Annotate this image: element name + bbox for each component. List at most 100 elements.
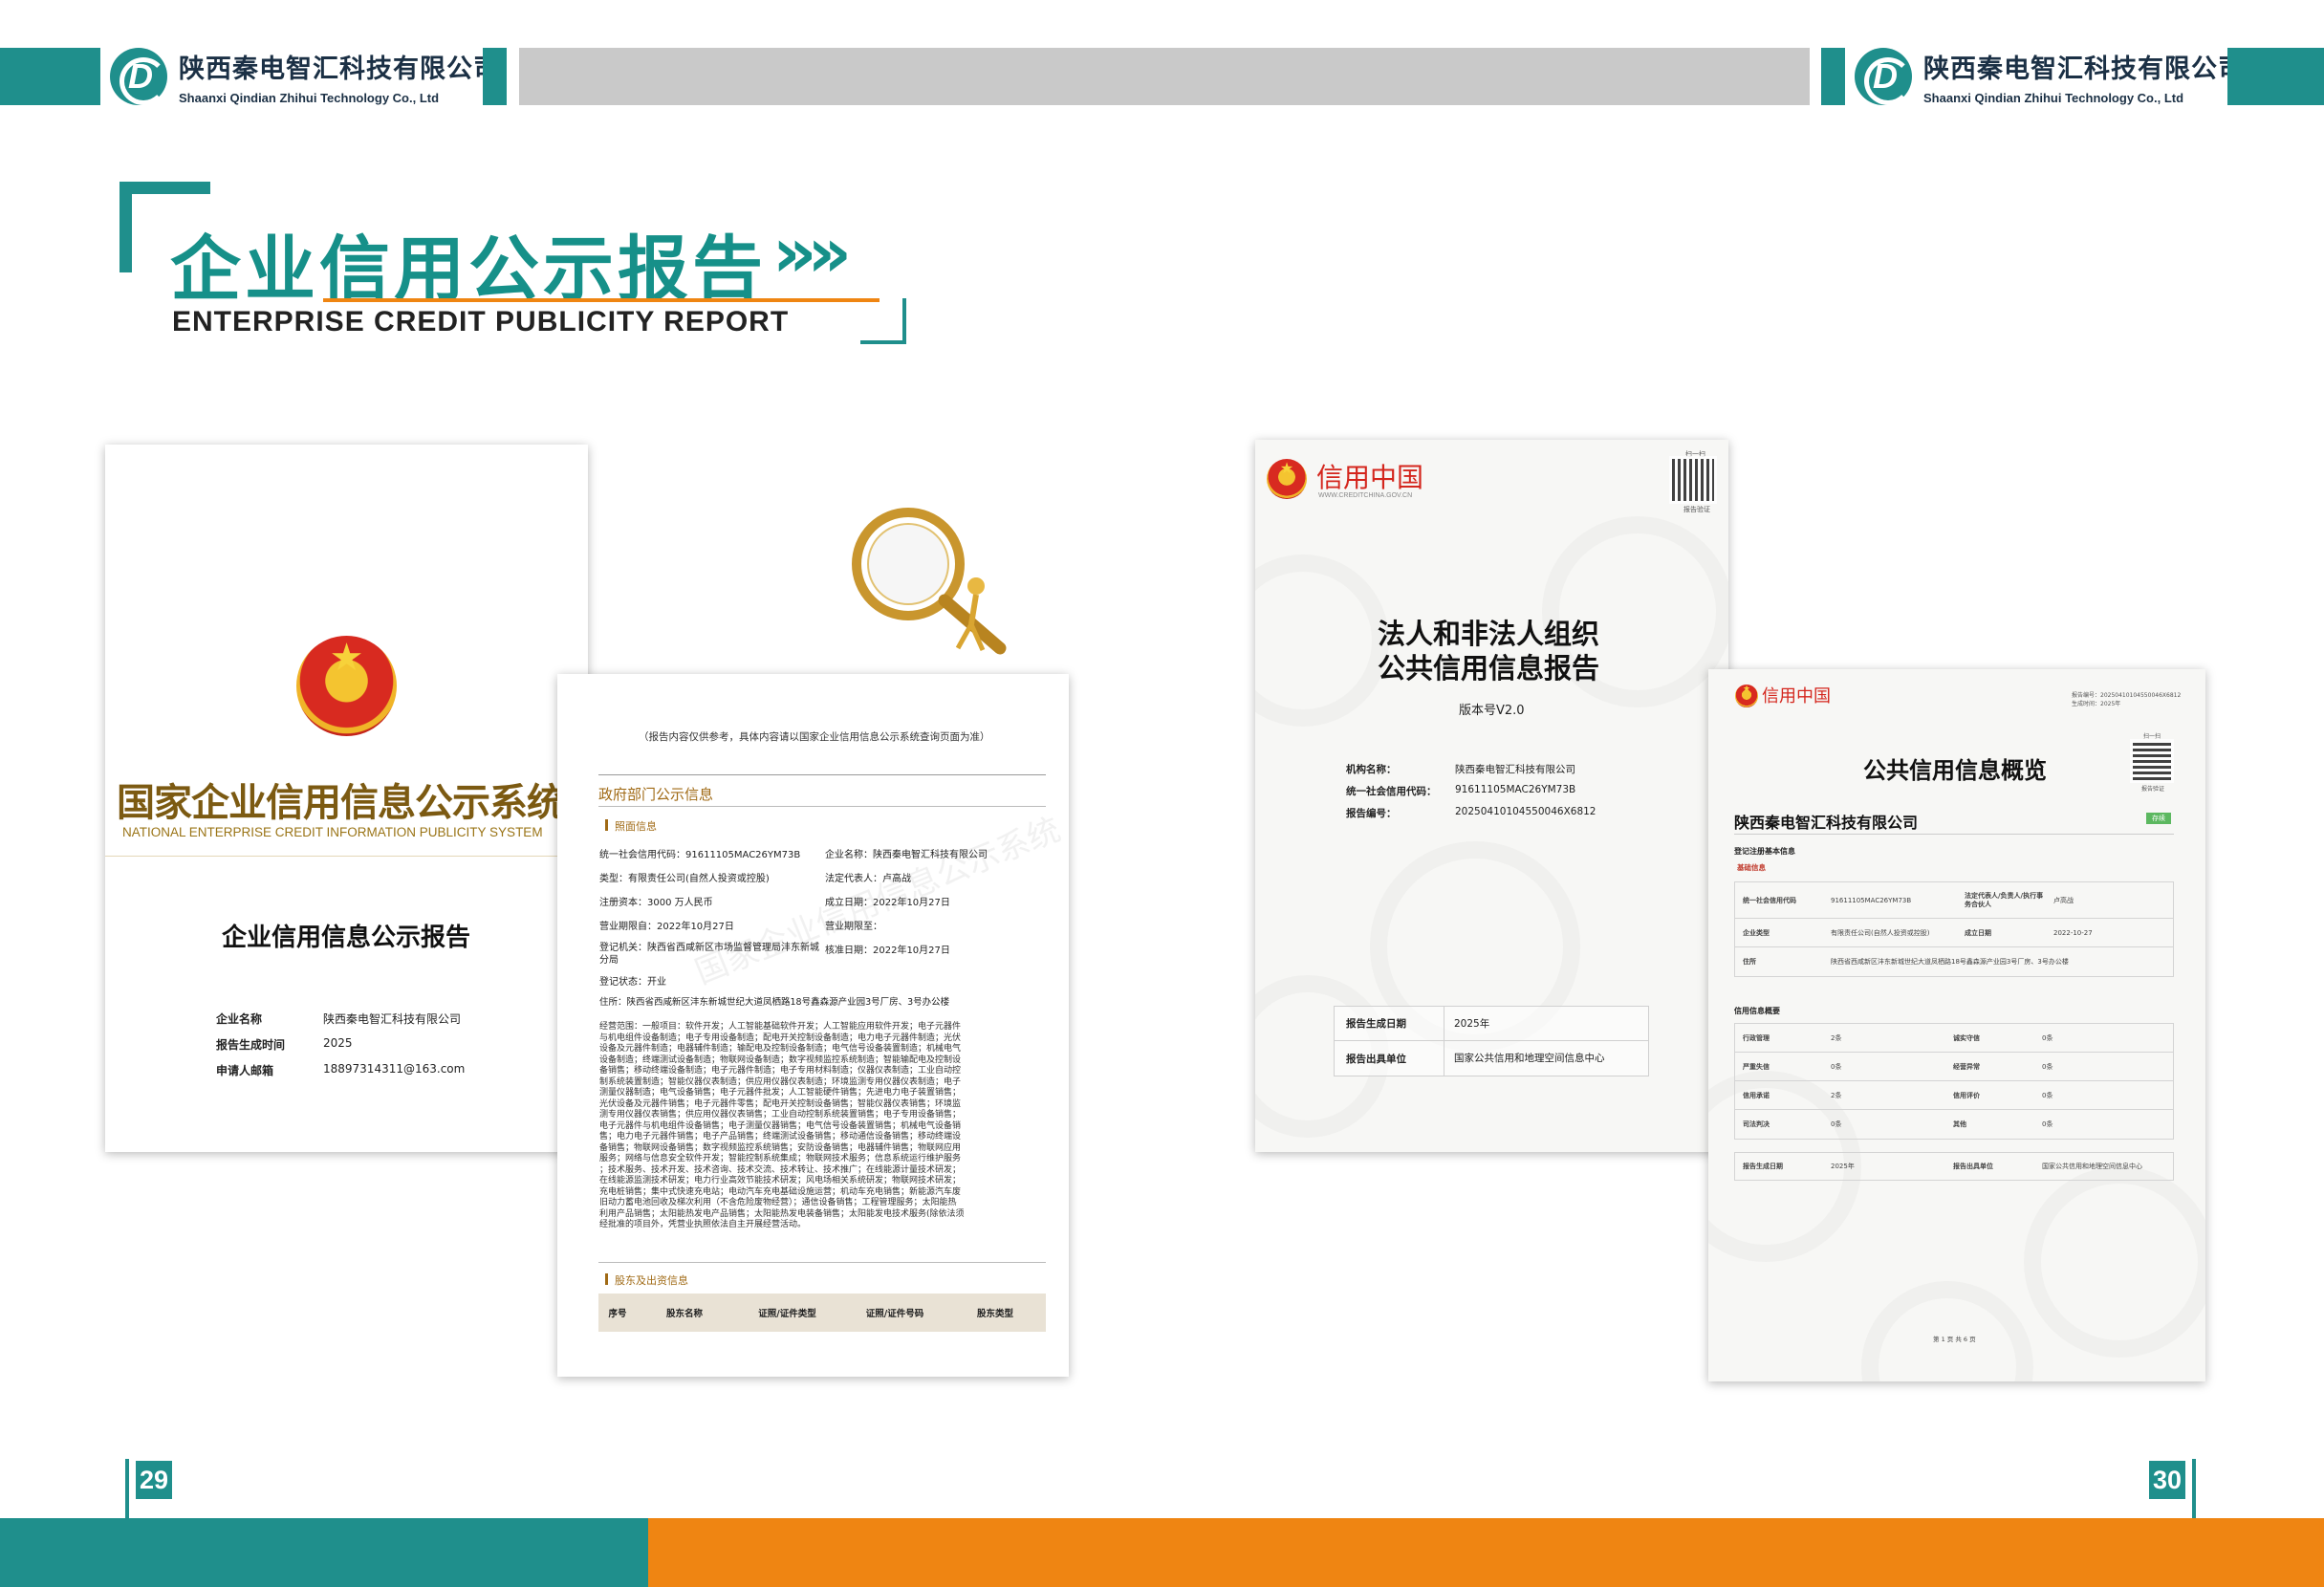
- reg-row: 企业类型 有限责任公司(自然人投资或控股) 成立日期 2022-10-27: [1735, 919, 2173, 947]
- summary-row: 严重失信 0条 经营异常 0条: [1735, 1053, 2173, 1081]
- info-cell: 企业名称：陕西秦电智汇科技有限公司: [825, 850, 988, 860]
- summary-label: 经营异常: [1953, 1062, 1980, 1071]
- scope-line: 在线能源监测技术研发；电力行业高效节能技术研发；风电场相关系统研发；物联网技术研…: [599, 1176, 962, 1185]
- scope-line: 制系统装置制造；智能仪器仪表制造；供应用仪器仪表制造；环境监测专用仪器仪表制造；…: [599, 1076, 962, 1087]
- title-bracket-bottom-right: [860, 298, 906, 344]
- scope-line: 充电桩销售；集中式快速充电站；电动汽车充电基础设施运营；机动车充电销售；新能源汽…: [599, 1186, 962, 1197]
- company-name: 陕西秦电智汇科技有限公司: [1734, 814, 1919, 832]
- system-name-en: NATIONAL ENTERPRISE CREDIT INFORMATION P…: [122, 825, 543, 839]
- summary-label: 其他: [1953, 1120, 1966, 1128]
- page-number-bar-left: [125, 1459, 129, 1518]
- page-subtitle-en: ENTERPRISE CREDIT PUBLICITY REPORT: [172, 306, 790, 337]
- reg-value: 有限责任公司(自然人投资或控股): [1831, 928, 1930, 937]
- cover-fields: 企业名称 陕西秦电智汇科技有限公司 报告生成时间 2025 申请人邮箱 1889…: [216, 1011, 465, 1088]
- summary-row: 司法判决 0条 其他 0条: [1735, 1110, 2173, 1139]
- info-cell: 统一社会信用代码：91611105MAC26YM73B: [599, 850, 801, 860]
- cover-field-row: 机构名称： 陕西秦电智汇科技有限公司: [1346, 762, 1596, 784]
- page-indicator: 第 1 页 共 6 页: [1933, 1336, 1976, 1343]
- company-name-cn: 陕西秦电智汇科技有限公司: [1923, 54, 2245, 84]
- national-emblem-icon: [1267, 459, 1307, 499]
- info-row: 统一社会信用代码：91611105MAC26YM73B 企业名称：陕西秦电智汇科…: [599, 846, 1058, 870]
- scope-line: 设备及元器件制造；电器辅件制造；输配电及控制设备制造；电气信号设备装置制造；机械…: [599, 1044, 962, 1054]
- magnifier-figure-icon: [852, 508, 1007, 655]
- disclaimer-note: （报告内容仅供参考，具体内容请以国家企业信用信息公示系统查询页面为准）: [639, 731, 990, 743]
- info-cell: 注册资本：3000 万人民币: [599, 898, 713, 908]
- summary-value: 0条: [1831, 1062, 1842, 1071]
- summary-row: 行政管理 2条 诚实守信 0条: [1735, 1024, 2173, 1053]
- business-scope: 经营范围：一般项目：软件开发；人工智能基础软件开发；人工智能应用软件开发；电子元…: [599, 1022, 965, 1231]
- section-title: 登记注册基本信息: [1734, 847, 1795, 856]
- footer-band-teal: [0, 1518, 648, 1587]
- header-band-right: [2227, 48, 2324, 105]
- title-underline-orange: [323, 298, 880, 302]
- header-band-left: [0, 48, 100, 105]
- field-label: 企业名称: [216, 1012, 263, 1026]
- info-row: 登记状态：开业: [599, 973, 1058, 994]
- info-cell: 营业期限至：: [825, 922, 882, 932]
- summary-row: 信用承诺 2条 信用评价 0条: [1735, 1081, 2173, 1110]
- reg-label: 成立日期: [1965, 928, 1991, 937]
- header-teal-accent-right: [1821, 48, 1845, 105]
- scope-line: 经营范围：一般项目：软件开发；人工智能基础软件开发；人工智能应用软件开发；电子元…: [599, 1022, 962, 1032]
- shareholder-table-header: 序号 股东名称 证照/证件类型 证照/证件号码 股东类型: [598, 1294, 1046, 1332]
- report-meta: 生成时间：2025年: [2072, 701, 2121, 707]
- info-row: 营业期限自：2022年10月27日 营业期限至：: [599, 918, 1058, 942]
- info-table-row: 报告生成日期 2025年: [1335, 1006, 1648, 1041]
- scope-line: ；技术服务、技术开发、技术咨询、技术交流、技术转让、技术推广；在线能源计量技术研…: [599, 1164, 962, 1175]
- footer-label: 报告生成日期: [1743, 1163, 1783, 1170]
- footer-label: 报告出具单位: [1953, 1163, 1993, 1170]
- info-table-label: 报告出具单位: [1346, 1053, 1406, 1065]
- info-cell: 营业期限自：2022年10月27日: [599, 922, 734, 932]
- subsection-title: 照面信息: [615, 820, 657, 833]
- summary-value: 0条: [2042, 1033, 2053, 1042]
- cover-field-row: 报告生成时间 2025: [216, 1036, 465, 1062]
- scope-line: 光伏设备及元器件销售；电子元器件零售；配电开关控制设备销售；智能仪器仪表销售；环…: [599, 1098, 962, 1109]
- version-label: 版本号V2.0: [1459, 704, 1525, 718]
- address-line: 住所：陕西省西咸新区沣东新城世纪大道凤栖路18号鑫森源产业园3号厂房、3号办公楼: [599, 997, 950, 1008]
- qr-code-icon: [2130, 739, 2174, 783]
- summary-label: 严重失信: [1743, 1062, 1770, 1071]
- overview-title: 公共信用信息概览: [1863, 757, 2047, 784]
- info-row: 注册资本：3000 万人民币 成立日期：2022年10月27日: [599, 894, 1058, 918]
- status-badge: 存续: [2146, 813, 2171, 824]
- summary-value: 0条: [2042, 1091, 2053, 1099]
- summary-label: 信用承诺: [1743, 1091, 1770, 1099]
- field-value: 陕西秦电智汇科技有限公司: [323, 1012, 462, 1026]
- reg-value: 91611105MAC26YM73B: [1831, 896, 1912, 904]
- title-chevrons-icon: »»: [772, 212, 852, 293]
- reg-row: 统一社会信用代码 91611105MAC26YM73B 法定代表人/负责人/执行…: [1735, 882, 2173, 919]
- field-label: 机构名称：: [1346, 764, 1397, 775]
- field-value: 91611105MAC26YM73B: [1455, 784, 1576, 795]
- system-name-cn: 国家企业信用信息公示系统: [117, 781, 565, 825]
- footer-info-table: 报告生成日期 2025年 报告出具单位 国家公共信用和地理空间信息中心: [1734, 1152, 2174, 1181]
- info-cell: 登记状态：开业: [599, 977, 666, 988]
- reg-label: 住所: [1743, 958, 1756, 966]
- field-value: 20250410104550046X6812: [1455, 806, 1596, 817]
- cover-field-row: 报告编号： 20250410104550046X6812: [1346, 806, 1596, 828]
- section-divider: [598, 774, 1046, 775]
- section-underline: [598, 806, 1046, 807]
- company-name-en: Shaanxi Qindian Zhihui Technology Co., L…: [1923, 91, 2184, 105]
- summary-value: 0条: [2042, 1062, 2053, 1071]
- page-number-bar-right: [2192, 1459, 2196, 1518]
- credit-china-brand: 信用中国: [1316, 462, 1424, 493]
- national-emblem-icon: [296, 636, 397, 736]
- table-header-cell: 序号: [608, 1309, 627, 1319]
- reg-label: 法定代表人/负责人/执行事务合伙人: [1965, 891, 2044, 908]
- qr-caption-top: 扫一扫: [1685, 450, 1705, 458]
- field-value: 18897314311@163.com: [323, 1062, 466, 1076]
- field-value: 2025: [323, 1036, 353, 1050]
- table-header-cell: 证照/证件号码: [865, 1309, 924, 1319]
- field-value: 陕西秦电智汇科技有限公司: [1455, 764, 1575, 775]
- cover-field-row: 申请人邮箱 18897314311@163.com: [216, 1062, 465, 1088]
- info-table-value: 2025年: [1444, 1006, 1648, 1041]
- section-title: 政府部门公示信息: [598, 786, 714, 803]
- scope-line: 测量仪器制造；电气设备销售；电子元器件批发；人工智能硬件销售；先进电力电子装置销…: [599, 1088, 962, 1098]
- reg-value: 卢高战: [2053, 896, 2074, 904]
- field-label: 统一社会信用代码：: [1346, 786, 1437, 797]
- report-title-line2: 公共信用信息报告: [1378, 652, 1600, 685]
- info-row: 类型：有限责任公司(自然人投资或控股) 法定代表人：卢高战: [599, 870, 1058, 894]
- company-logo-icon: D: [110, 48, 167, 105]
- background-pattern: [2024, 1166, 2205, 1358]
- reg-value: 2022-10-27: [2053, 928, 2093, 937]
